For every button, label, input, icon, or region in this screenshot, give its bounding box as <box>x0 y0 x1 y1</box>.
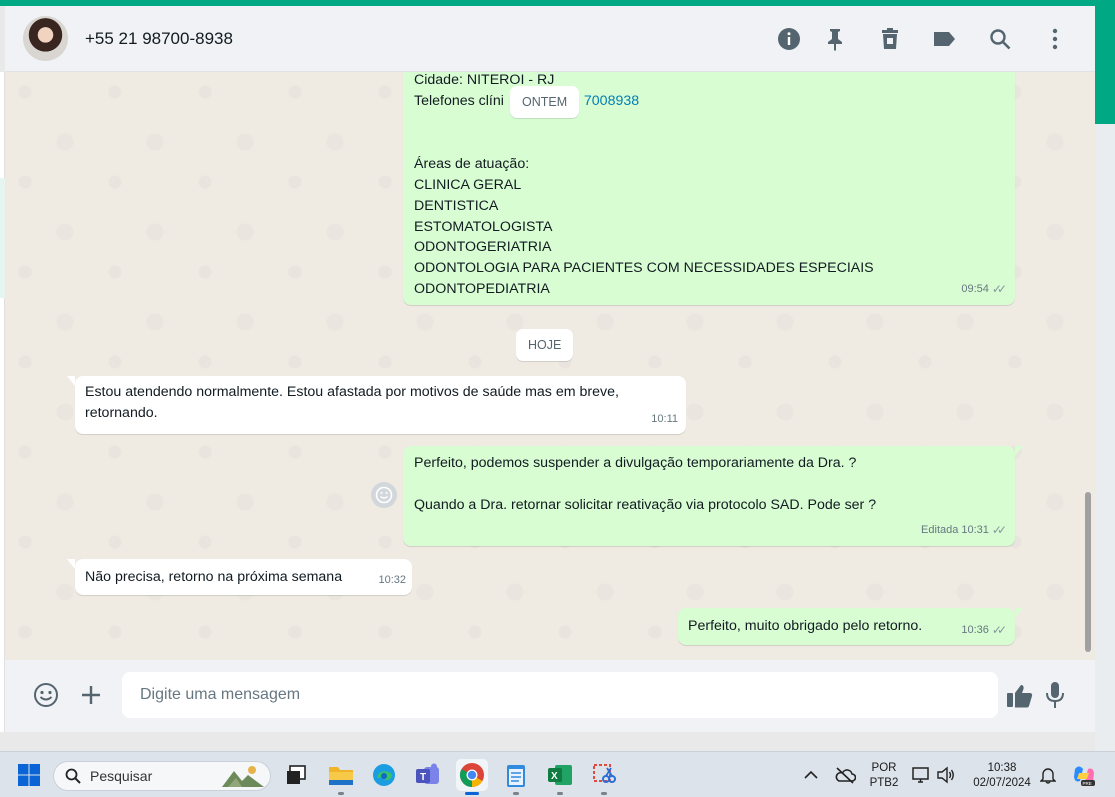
message-text: Perfeito, muito obrigado pelo retorno. <box>688 618 923 634</box>
svg-text:X: X <box>551 771 558 782</box>
area-item: ODONTOGERIATRIA <box>414 239 552 255</box>
running-indicator <box>465 792 479 795</box>
message-bubble-incoming[interactable]: Estou atendendo normalmente. Estou afast… <box>67 376 686 434</box>
area-item: ESTOMATOLOGISTA <box>414 219 553 235</box>
message-time: 10:32 <box>378 574 406 587</box>
bubble-tail <box>1015 608 1023 618</box>
chrome-icon[interactable] <box>456 759 488 795</box>
contact-name[interactable]: +55 21 98700-8938 <box>85 29 233 49</box>
message-composer <box>5 660 1095 732</box>
svg-text:T: T <box>420 772 426 783</box>
area-item: CLINICA GERAL <box>414 177 522 193</box>
search-placeholder: Pesquisar <box>90 768 153 784</box>
chat-header: +55 21 98700-8938 <box>5 6 1095 72</box>
clock-date: 02/07/2024 <box>973 777 1031 789</box>
file-explorer-icon[interactable] <box>325 759 357 795</box>
task-view-icon[interactable] <box>280 759 312 791</box>
message-input[interactable] <box>122 672 998 718</box>
snipping-tool-icon[interactable] <box>588 759 620 795</box>
chevron-up-icon[interactable] <box>798 759 824 791</box>
search-highlight-illustration-icon <box>222 766 264 787</box>
windows-start-icon[interactable] <box>13 759 45 791</box>
running-indicator <box>338 792 344 795</box>
network-display-icon[interactable] <box>908 759 934 791</box>
windows-taskbar: Pesquisar T X POR PTB2 10:38 02/07/2024 … <box>0 751 1115 797</box>
search-icon <box>65 768 81 784</box>
bubble-tail <box>1015 446 1023 456</box>
notepad-icon[interactable] <box>500 759 532 795</box>
message-bubble-outgoing[interactable]: Cidade: NITEROI - RJ Telefones clíni 7008… <box>403 72 1015 305</box>
pin-icon[interactable] <box>822 26 848 52</box>
message-meta: 10:11 <box>651 409 678 430</box>
label-icon[interactable] <box>931 26 957 52</box>
search-icon[interactable] <box>987 26 1013 52</box>
message-text-line: Quando a Dra. retornar solicitar reativa… <box>414 497 877 513</box>
microphone-icon[interactable] <box>1040 680 1070 710</box>
message-time: 09:54 <box>961 283 989 296</box>
message-text: Não precisa, retorno na próxima semana <box>85 569 343 585</box>
message-bubble-incoming[interactable]: Não precisa, retorno na próxima semana 1… <box>67 559 412 595</box>
message-bubble-outgoing[interactable]: Perfeito, muito obrigado pelo retorno. 1… <box>678 608 1023 645</box>
whatsapp-chat-window: +55 21 98700-8938 Cidade: NITEROI - RJ T… <box>5 6 1095 732</box>
language-code: POR <box>871 762 897 774</box>
system-clock[interactable]: 10:38 02/07/2024 <box>964 761 1040 791</box>
thumbs-up-icon[interactable] <box>1005 681 1035 711</box>
teams-icon[interactable]: T <box>412 759 444 791</box>
bubble-tail <box>67 376 75 386</box>
date-separator-yesterday: ONTEM <box>510 86 580 118</box>
message-time: 10:31 <box>961 524 989 537</box>
message-text-line: Perfeito, podemos suspender a divulgação… <box>414 455 857 471</box>
background-window-area <box>1095 124 1115 751</box>
message-bubble-outgoing[interactable]: Perfeito, podemos suspender a divulgação… <box>403 446 1023 546</box>
contact-avatar[interactable] <box>23 16 68 61</box>
read-receipt-icon: ✓✓ <box>991 523 1007 538</box>
excel-icon[interactable]: X <box>544 759 576 795</box>
area-item: ODONTOPEDIATRIA <box>414 281 550 297</box>
areas-title: Áreas de atuação: <box>414 156 530 172</box>
phone-link[interactable]: 7008938 <box>584 93 639 109</box>
message-text: Estou atendendo normalmente. Estou afast… <box>85 384 619 421</box>
copilot-icon[interactable]: PRE <box>1068 759 1100 791</box>
onedrive-offline-icon[interactable] <box>831 759 859 791</box>
running-indicator <box>513 792 519 795</box>
message-time: 10:11 <box>651 413 678 426</box>
volume-icon[interactable] <box>934 759 958 791</box>
message-meta: 10:32 <box>378 570 406 591</box>
taskbar-search[interactable]: Pesquisar <box>53 761 271 791</box>
info-icon[interactable] <box>776 26 802 52</box>
notification-bell-icon[interactable] <box>1036 759 1060 791</box>
delete-icon[interactable] <box>877 26 903 52</box>
area-item: ODONTOLOGIA PARA PACIENTES COM NECESSIDA… <box>414 260 874 276</box>
keyboard-layout: PTB2 <box>869 777 899 789</box>
background-window-strip <box>1095 6 1115 124</box>
input-language[interactable]: POR PTB2 <box>866 761 902 791</box>
message-list-scrollbar[interactable] <box>1085 492 1091 652</box>
running-indicator <box>601 792 607 795</box>
message-time: 10:36 <box>961 624 989 637</box>
message-meta: Editada 10:31 ✓✓ <box>921 520 1007 541</box>
svg-text:PRE: PRE <box>1083 781 1092 786</box>
emoji-icon[interactable] <box>31 680 61 710</box>
read-receipt-icon: ✓✓ <box>991 623 1007 638</box>
read-receipt-icon: ✓✓ <box>991 282 1007 297</box>
message-list[interactable]: Cidade: NITEROI - RJ Telefones clíni 7008… <box>5 72 1095 660</box>
edge-browser-icon[interactable] <box>368 759 400 791</box>
message-meta: 10:36 ✓✓ <box>961 620 1007 641</box>
add-reaction-icon[interactable] <box>371 482 397 508</box>
running-indicator <box>557 792 563 795</box>
message-meta: 09:54 ✓✓ <box>961 279 1007 300</box>
clock-time: 10:38 <box>987 762 1017 774</box>
phones-prefix: Telefones clíni <box>414 93 504 109</box>
menu-icon[interactable] <box>1042 26 1068 52</box>
date-separator-today: HOJE <box>516 329 574 361</box>
edited-label: Editada <box>921 524 959 537</box>
bubble-tail <box>67 559 75 569</box>
area-item: DENTISTICA <box>414 198 499 214</box>
attach-plus-icon[interactable] <box>76 680 106 710</box>
